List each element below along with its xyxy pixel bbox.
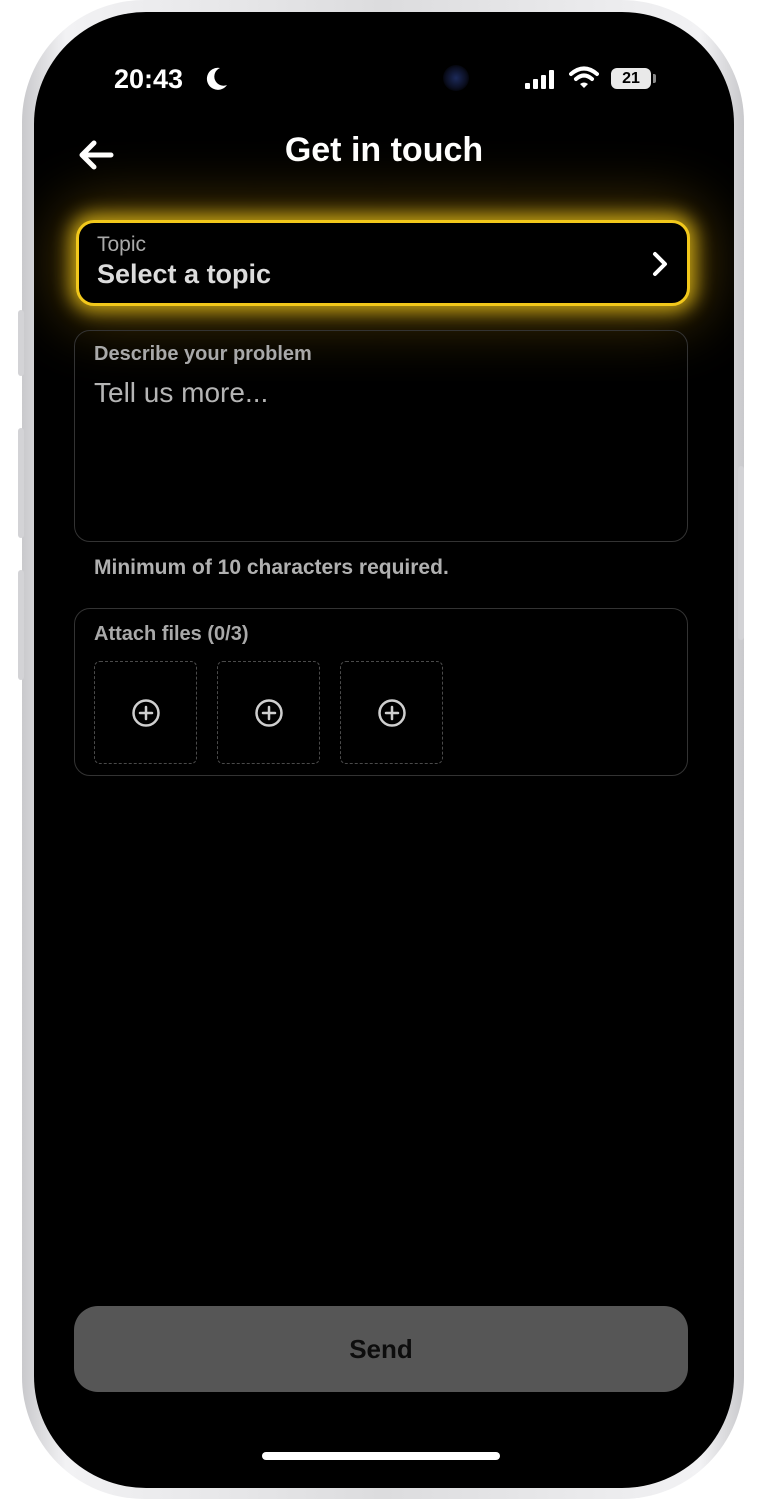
volume-down-button (18, 570, 24, 680)
attach-slot-3[interactable] (340, 661, 443, 764)
phone-screen: 20:43 21 Get in touch Topic Select a top… (34, 12, 734, 1488)
topic-label: Topic (97, 233, 147, 256)
status-time: 20:43 (114, 64, 184, 94)
add-circle-icon (131, 698, 160, 727)
add-circle-icon (254, 698, 283, 727)
description-field[interactable]: Describe your problem (74, 330, 688, 542)
action-button (18, 310, 24, 376)
attach-slot-1[interactable] (94, 661, 197, 764)
power-button (738, 466, 744, 640)
signal-icon (525, 69, 554, 89)
attach-files-section: Attach files (0/3) (74, 608, 688, 776)
moon-icon (206, 67, 227, 90)
add-circle-icon (377, 698, 406, 727)
wifi-icon (569, 66, 599, 88)
chevron-right-icon (653, 252, 667, 276)
front-camera (443, 65, 469, 91)
description-label: Describe your problem (94, 343, 312, 365)
description-hint: Minimum of 10 characters required. (94, 556, 449, 579)
page-title: Get in touch (284, 131, 484, 169)
volume-up-button (18, 428, 24, 538)
battery-icon: 21 (611, 68, 651, 89)
home-indicator[interactable] (262, 1452, 500, 1460)
attach-files-label: Attach files (0/3) (94, 623, 249, 645)
description-input[interactable] (94, 377, 664, 527)
topic-value: Select a topic (97, 259, 272, 289)
topic-selector[interactable]: Topic Select a topic (76, 220, 690, 306)
battery-cap (653, 74, 656, 83)
send-button[interactable]: Send (74, 1306, 688, 1392)
attach-slot-2[interactable] (217, 661, 320, 764)
